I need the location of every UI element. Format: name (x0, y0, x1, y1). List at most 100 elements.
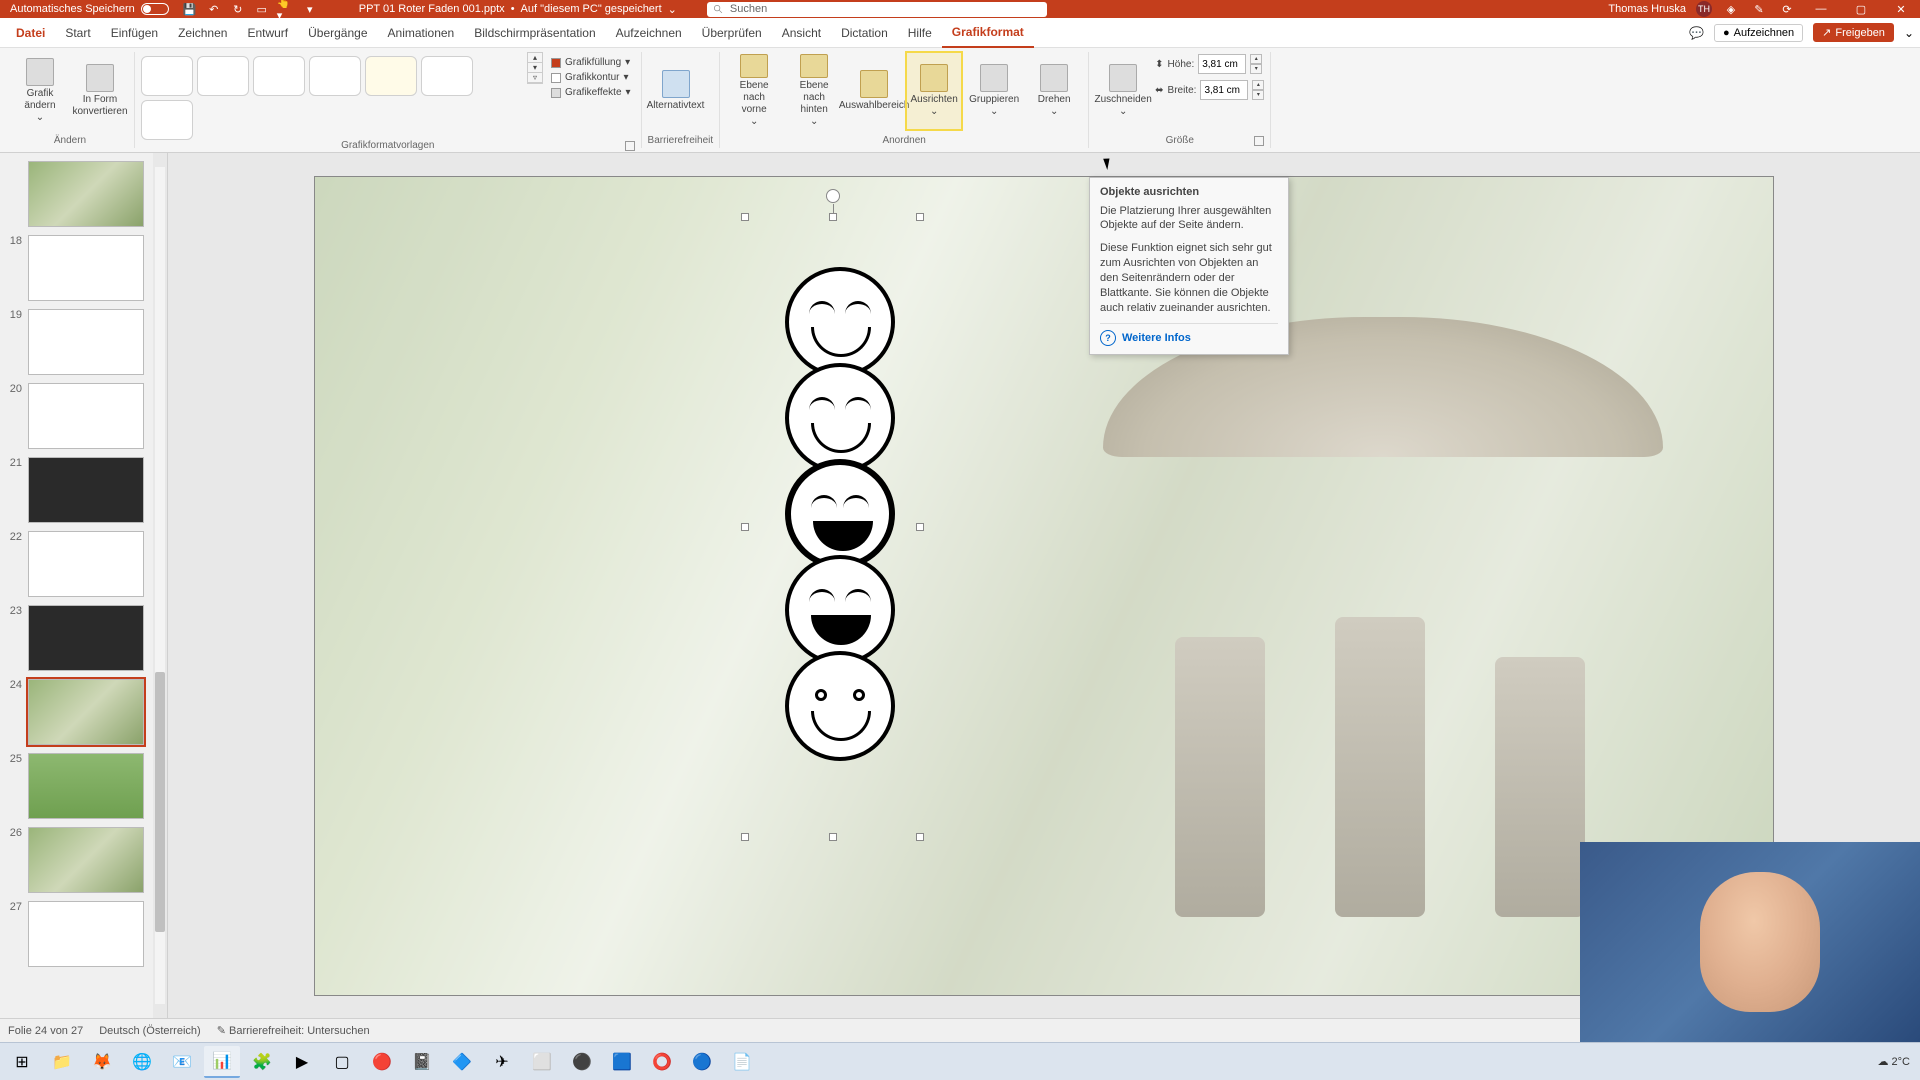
slide-counter[interactable]: Folie 24 von 27 (8, 1025, 83, 1037)
minimize-button[interactable]: — (1806, 0, 1836, 18)
sync-icon[interactable]: ⟳ (1778, 0, 1796, 18)
tab-grafikformat[interactable]: Grafikformat (942, 18, 1034, 48)
slide-thumbnail[interactable]: 23 (0, 601, 167, 675)
language-indicator[interactable]: Deutsch (Österreich) (99, 1025, 200, 1037)
tab-hilfe[interactable]: Hilfe (898, 18, 942, 48)
app-icon[interactable]: 📄 (724, 1046, 760, 1078)
app-icon[interactable]: ▢ (324, 1046, 360, 1078)
pen-icon[interactable]: ✎ (1750, 0, 1768, 18)
gallery-scroll[interactable]: ▴▾▿ (527, 52, 543, 84)
powerpoint-icon[interactable]: 📊 (204, 1046, 240, 1078)
webcam-overlay (1580, 842, 1920, 1042)
grafikfuellung-button[interactable]: Grafikfüllung ▾ (547, 56, 635, 69)
title-dropdown-icon[interactable]: ⌄ (668, 3, 677, 16)
tab-dictation[interactable]: Dictation (831, 18, 898, 48)
app-icon[interactable]: 🧩 (244, 1046, 280, 1078)
emoji-graphics[interactable] (785, 267, 895, 761)
tab-zeichnen[interactable]: Zeichnen (168, 18, 237, 48)
tab-aufzeichnen[interactable]: Aufzeichnen (606, 18, 692, 48)
app-icon[interactable]: 🔵 (684, 1046, 720, 1078)
present-icon[interactable]: ▭ (253, 0, 271, 18)
launcher-icon[interactable] (625, 141, 635, 151)
qat-more-icon[interactable]: ▾ (301, 0, 319, 18)
alternativtext-button[interactable]: Alternativtext (648, 52, 704, 130)
autosave-toggle[interactable]: Automatisches Speichern (4, 3, 175, 15)
grafikkontur-button[interactable]: Grafikkontur ▾ (547, 71, 635, 84)
width-spinner[interactable]: ▴▾ (1252, 80, 1264, 100)
ribbon-tabs: Datei Start Einfügen Zeichnen Entwurf Üb… (0, 18, 1920, 48)
app-icon[interactable]: ⬜ (524, 1046, 560, 1078)
tab-uebergaenge[interactable]: Übergänge (298, 18, 377, 48)
group-formatvorlagen: Grafikformatvorlagen (141, 140, 635, 153)
width-input[interactable] (1200, 80, 1248, 100)
grafikeffekte-button[interactable]: Grafikeffekte ▾ (547, 86, 635, 99)
search-input[interactable]: Suchen (707, 2, 1047, 17)
ebene-nach-hinten-button[interactable]: Ebene nach hinten⌄ (786, 52, 842, 130)
slide-thumbnail[interactable]: 22 (0, 527, 167, 601)
slide-thumbnail[interactable]: 20 (0, 379, 167, 453)
gruppieren-button[interactable]: Gruppieren⌄ (966, 52, 1022, 130)
app-icon[interactable]: ⭕ (644, 1046, 680, 1078)
comments-icon[interactable]: 💬 (1689, 26, 1704, 40)
onenote-icon[interactable]: 📓 (404, 1046, 440, 1078)
group-anordnen: Anordnen (726, 135, 1082, 148)
slide-thumbnail[interactable]: 19 (0, 305, 167, 379)
drehen-button[interactable]: Drehen⌄ (1026, 52, 1082, 130)
save-icon[interactable]: 💾 (181, 0, 199, 18)
user-avatar[interactable]: TH (1696, 1, 1712, 17)
selection-bounding-box[interactable] (745, 217, 920, 837)
accessibility-check[interactable]: ✎ Barrierefreiheit: Untersuchen (217, 1024, 370, 1037)
vlc-icon[interactable]: ▶ (284, 1046, 320, 1078)
rotation-handle[interactable] (826, 189, 840, 203)
slide-thumbnail[interactable]: 25 (0, 749, 167, 823)
explorer-icon[interactable]: 📁 (44, 1046, 80, 1078)
windows-taskbar: ⊞ 📁 🦊 🌐 📧 📊 🧩 ▶ ▢ 🔴 📓 🔷 ✈ ⬜ ⚫ 🟦 ⭕ 🔵 📄 ☁ … (0, 1042, 1920, 1080)
ausrichten-button[interactable]: Ausrichten⌄ (906, 52, 962, 130)
slide-thumbnail[interactable]: 26 (0, 823, 167, 897)
height-input[interactable] (1198, 54, 1246, 74)
app-icon[interactable]: 🟦 (604, 1046, 640, 1078)
tooltip-more-link[interactable]: Weitere Infos (1100, 323, 1278, 346)
maximize-button[interactable]: ▢ (1846, 0, 1876, 18)
slide-thumbnail[interactable]: 27 (0, 897, 167, 971)
undo-icon[interactable]: ↶ (205, 0, 223, 18)
close-button[interactable]: ✕ (1886, 0, 1916, 18)
launcher-icon[interactable] (1254, 136, 1264, 146)
outlook-icon[interactable]: 📧 (164, 1046, 200, 1078)
tab-einfuegen[interactable]: Einfügen (101, 18, 168, 48)
touch-icon[interactable]: 👆▾ (277, 0, 295, 18)
firefox-icon[interactable]: 🦊 (84, 1046, 120, 1078)
tab-start[interactable]: Start (55, 18, 100, 48)
height-spinner[interactable]: ▴▾ (1250, 54, 1262, 74)
tab-ansicht[interactable]: Ansicht (772, 18, 831, 48)
shape-style-gallery[interactable] (141, 52, 521, 140)
slide-thumbnail[interactable] (0, 157, 167, 231)
start-button[interactable]: ⊞ (4, 1046, 40, 1078)
app-icon[interactable]: ⚫ (564, 1046, 600, 1078)
tab-entwurf[interactable]: Entwurf (237, 18, 298, 48)
slide-canvas[interactable]: Objekte ausrichten Die Platzierung Ihrer… (314, 176, 1774, 996)
diamond-icon[interactable]: ◈ (1722, 0, 1740, 18)
app-icon[interactable]: 🔴 (364, 1046, 400, 1078)
grafik-aendern-button[interactable]: Grafik ändern⌄ (12, 52, 68, 130)
auswahlbereich-button[interactable]: Auswahlbereich (846, 52, 902, 130)
visio-icon[interactable]: 🔷 (444, 1046, 480, 1078)
telegram-icon[interactable]: ✈ (484, 1046, 520, 1078)
thumb-scrollbar[interactable] (153, 153, 167, 1018)
slide-thumbnail[interactable]: 24 (0, 675, 167, 749)
weather-widget[interactable]: ☁ 2°C (1877, 1055, 1910, 1068)
zuschneiden-button[interactable]: Zuschneiden⌄ (1095, 52, 1151, 130)
ebene-nach-vorne-button[interactable]: Ebene nach vorne⌄ (726, 52, 782, 130)
share-button[interactable]: ↗ Freigeben (1813, 23, 1894, 42)
slide-thumbnail[interactable]: 18 (0, 231, 167, 305)
ribbon-options-icon[interactable]: ⌄ (1904, 26, 1914, 40)
in-form-konvertieren-button[interactable]: In Form konvertieren (72, 52, 128, 130)
slide-thumbnail[interactable]: 21 (0, 453, 167, 527)
tab-bildschirm[interactable]: Bildschirmpräsentation (464, 18, 605, 48)
chrome-icon[interactable]: 🌐 (124, 1046, 160, 1078)
tab-animationen[interactable]: Animationen (378, 18, 465, 48)
tab-datei[interactable]: Datei (6, 18, 55, 48)
record-button[interactable]: ● Aufzeichnen (1714, 24, 1803, 42)
redo-icon[interactable]: ↻ (229, 0, 247, 18)
tab-ueberpruefen[interactable]: Überprüfen (692, 18, 772, 48)
